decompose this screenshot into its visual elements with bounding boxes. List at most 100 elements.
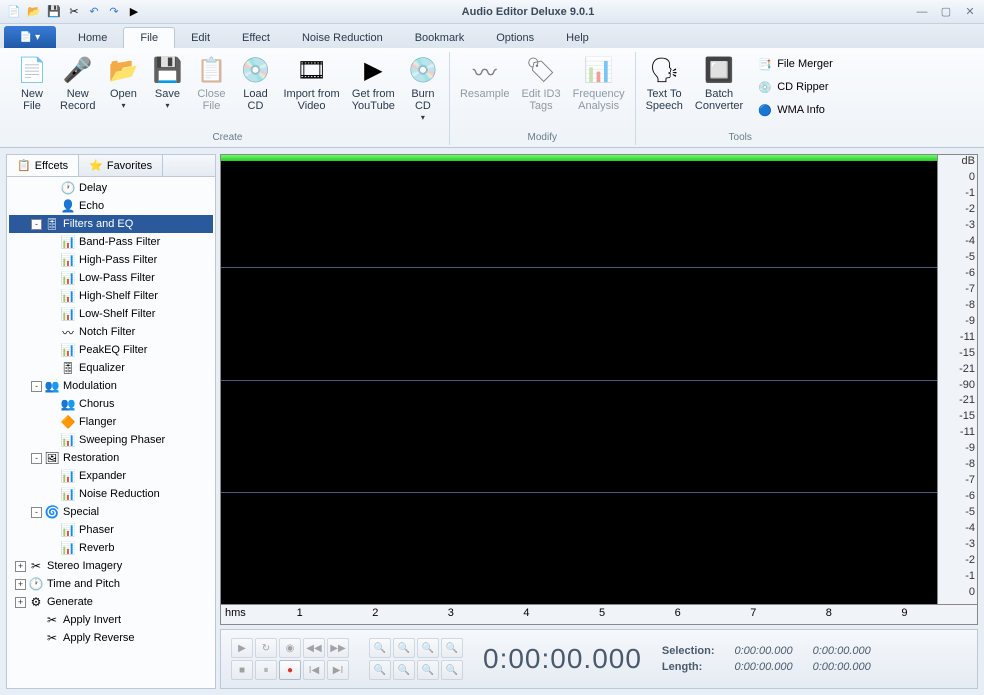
- ribbon-tab-edit[interactable]: Edit: [175, 28, 226, 48]
- tree-item-equalizer[interactable]: 🎚Equalizer: [9, 359, 213, 377]
- ribbon-tab-noise-reduction[interactable]: Noise Reduction: [286, 28, 399, 48]
- zoom-left-icon[interactable]: 🔍: [417, 660, 439, 680]
- tree-node-label: Special: [63, 506, 99, 518]
- zoom-in-v-icon[interactable]: 🔍: [369, 660, 391, 680]
- tree-item-echo[interactable]: 👤Echo: [9, 197, 213, 215]
- ribbon-btn-get-from-youtube[interactable]: ▶Get fromYouTube: [346, 52, 401, 114]
- tree-item-expander[interactable]: 📊Expander: [9, 467, 213, 485]
- zoom-in-icon[interactable]: 🔍: [369, 638, 391, 658]
- tree-item-restoration[interactable]: -🖼Restoration: [9, 449, 213, 467]
- collapse-icon[interactable]: -: [31, 219, 42, 230]
- tree-item-stereo-imagery[interactable]: +✂Stereo Imagery: [9, 557, 213, 575]
- tree-item-special[interactable]: -🌀Special: [9, 503, 213, 521]
- app-menu-button[interactable]: 📄 ▾: [4, 26, 56, 48]
- close-icon[interactable]: ✕: [962, 4, 978, 20]
- stop-end-button[interactable]: ◉: [279, 638, 301, 658]
- ribbon-tab-effect[interactable]: Effect: [226, 28, 286, 48]
- tree-item-reverb[interactable]: 📊Reverb: [9, 539, 213, 557]
- qat-cut-icon[interactable]: ✂: [66, 4, 82, 20]
- qat-new-icon[interactable]: 📄: [6, 4, 22, 20]
- zoom-fit-icon[interactable]: 🔍: [441, 638, 463, 658]
- tree-item-apply-invert[interactable]: ✂Apply Invert: [9, 611, 213, 629]
- window-title: Audio Editor Deluxe 9.0.1: [142, 6, 914, 18]
- ribbon-btn-save[interactable]: 💾Save▾: [145, 52, 189, 113]
- tree-item-band-pass-filter[interactable]: 📊Band-Pass Filter: [9, 233, 213, 251]
- ribbon-side-cd-ripper[interactable]: 💿CD Ripper: [753, 77, 837, 97]
- timecode-display: 0:00:00.000: [483, 643, 642, 675]
- qat-save-icon[interactable]: 💾: [46, 4, 62, 20]
- ribbon-btn-open[interactable]: 📂Open▾: [101, 52, 145, 113]
- timeline[interactable]: hms 123456789: [220, 605, 978, 625]
- goto-start-button[interactable]: I◀: [303, 660, 325, 680]
- ribbon-btn-load-cd[interactable]: 💿LoadCD: [233, 52, 277, 114]
- tree-item-sweeping-phaser[interactable]: 📊Sweeping Phaser: [9, 431, 213, 449]
- ribbon-tab-file[interactable]: File: [123, 27, 175, 48]
- tree-item-delay[interactable]: 🕐Delay: [9, 179, 213, 197]
- ribbon-tab-bookmark[interactable]: Bookmark: [399, 28, 481, 48]
- tree-item-filters-and-eq[interactable]: -🎚Filters and EQ: [9, 215, 213, 233]
- expand-icon[interactable]: +: [15, 561, 26, 572]
- selection-info: Selection: 0:00:00.000 0:00:00.000 Lengt…: [662, 645, 871, 673]
- maximize-icon[interactable]: ▢: [938, 4, 954, 20]
- loop-button[interactable]: ↻: [255, 638, 277, 658]
- zoom-sel-icon[interactable]: 🔍: [417, 638, 439, 658]
- dropdown-arrow-icon: ▾: [110, 102, 137, 111]
- ribbon-btn-batch-converter[interactable]: 🔲BatchConverter: [689, 52, 749, 114]
- goto-end-button[interactable]: ▶I: [327, 660, 349, 680]
- play-button[interactable]: ▶: [231, 638, 253, 658]
- tree-item-chorus[interactable]: 👥Chorus: [9, 395, 213, 413]
- stop-button[interactable]: ■: [231, 660, 253, 680]
- tree-item-peakeq-filter[interactable]: 📊PeakEQ Filter: [9, 341, 213, 359]
- ribbon-tab-help[interactable]: Help: [550, 28, 605, 48]
- collapse-icon[interactable]: -: [31, 381, 42, 392]
- timeline-tick: 7: [750, 607, 756, 619]
- db-tick: -2: [965, 554, 975, 566]
- tree-item-notch-filter[interactable]: 〰Notch Filter: [9, 323, 213, 341]
- ribbon-btn-new-record[interactable]: 🎤NewRecord: [54, 52, 101, 114]
- tree-item-low-pass-filter[interactable]: 📊Low-Pass Filter: [9, 269, 213, 287]
- tree-item-high-pass-filter[interactable]: 📊High-Pass Filter: [9, 251, 213, 269]
- ribbon-side-wma-info[interactable]: 🔵WMA Info: [753, 100, 837, 120]
- effects-tree[interactable]: 🕐Delay👤Echo-🎚Filters and EQ📊Band-Pass Fi…: [7, 177, 215, 688]
- ribbon-btn-label: Get fromYouTube: [352, 88, 395, 112]
- tree-node-icon: 🕐: [28, 576, 44, 592]
- expand-icon[interactable]: +: [15, 579, 26, 590]
- zoom-right-icon[interactable]: 🔍: [441, 660, 463, 680]
- forward-button[interactable]: ▶▶: [327, 638, 349, 658]
- ribbon-group-tools: 🗣Text ToSpeech🔲BatchConverter 📑File Merg…: [636, 52, 845, 145]
- tree-node-label: Filters and EQ: [63, 218, 133, 230]
- record-button[interactable]: ●: [279, 660, 301, 680]
- tree-item-phaser[interactable]: 📊Phaser: [9, 521, 213, 539]
- tree-item-generate[interactable]: +⚙Generate: [9, 593, 213, 611]
- ribbon-btn-burn-cd[interactable]: 💿BurnCD▾: [401, 52, 445, 125]
- tree-item-high-shelf-filter[interactable]: 📊High-Shelf Filter: [9, 287, 213, 305]
- tree-node-label: Low-Shelf Filter: [79, 308, 155, 320]
- collapse-icon[interactable]: -: [31, 507, 42, 518]
- ribbon-btn-text-to-speech[interactable]: 🗣Text ToSpeech: [640, 52, 689, 114]
- waveform-canvas[interactable]: dB0-1-2-3-4-5-6-7-8-9-11-15-21-90-21-15-…: [220, 154, 978, 605]
- tab-favorites[interactable]: ⭐ Favorites: [79, 155, 163, 176]
- qat-play-icon[interactable]: ▶: [126, 4, 142, 20]
- minimize-icon[interactable]: —: [914, 4, 930, 20]
- tree-item-noise-reduction[interactable]: 📊Noise Reduction: [9, 485, 213, 503]
- collapse-icon[interactable]: -: [31, 453, 42, 464]
- tree-item-modulation[interactable]: -👥Modulation: [9, 377, 213, 395]
- ribbon-tab-home[interactable]: Home: [62, 28, 123, 48]
- tree-item-apply-reverse[interactable]: ✂Apply Reverse: [9, 629, 213, 647]
- ribbon-side-file-merger[interactable]: 📑File Merger: [753, 54, 837, 74]
- pause-button[interactable]: ⏸: [255, 660, 277, 680]
- ribbon-tab-options[interactable]: Options: [480, 28, 550, 48]
- tree-item-low-shelf-filter[interactable]: 📊Low-Shelf Filter: [9, 305, 213, 323]
- tab-effects[interactable]: 📋 Effcets: [7, 155, 79, 176]
- zoom-out-v-icon[interactable]: 🔍: [393, 660, 415, 680]
- tree-item-flanger[interactable]: 🔶Flanger: [9, 413, 213, 431]
- ribbon-btn-import-from-video[interactable]: 🎞Import fromVideo: [277, 52, 345, 114]
- expand-icon[interactable]: +: [15, 597, 26, 608]
- zoom-out-icon[interactable]: 🔍: [393, 638, 415, 658]
- ribbon-btn-new-file[interactable]: 📄NewFile: [10, 52, 54, 114]
- tree-item-time-and-pitch[interactable]: +🕐Time and Pitch: [9, 575, 213, 593]
- rewind-button[interactable]: ◀◀: [303, 638, 325, 658]
- qat-redo-icon[interactable]: ↷: [106, 4, 122, 20]
- qat-undo-icon[interactable]: ↶: [86, 4, 102, 20]
- qat-open-icon[interactable]: 📂: [26, 4, 42, 20]
